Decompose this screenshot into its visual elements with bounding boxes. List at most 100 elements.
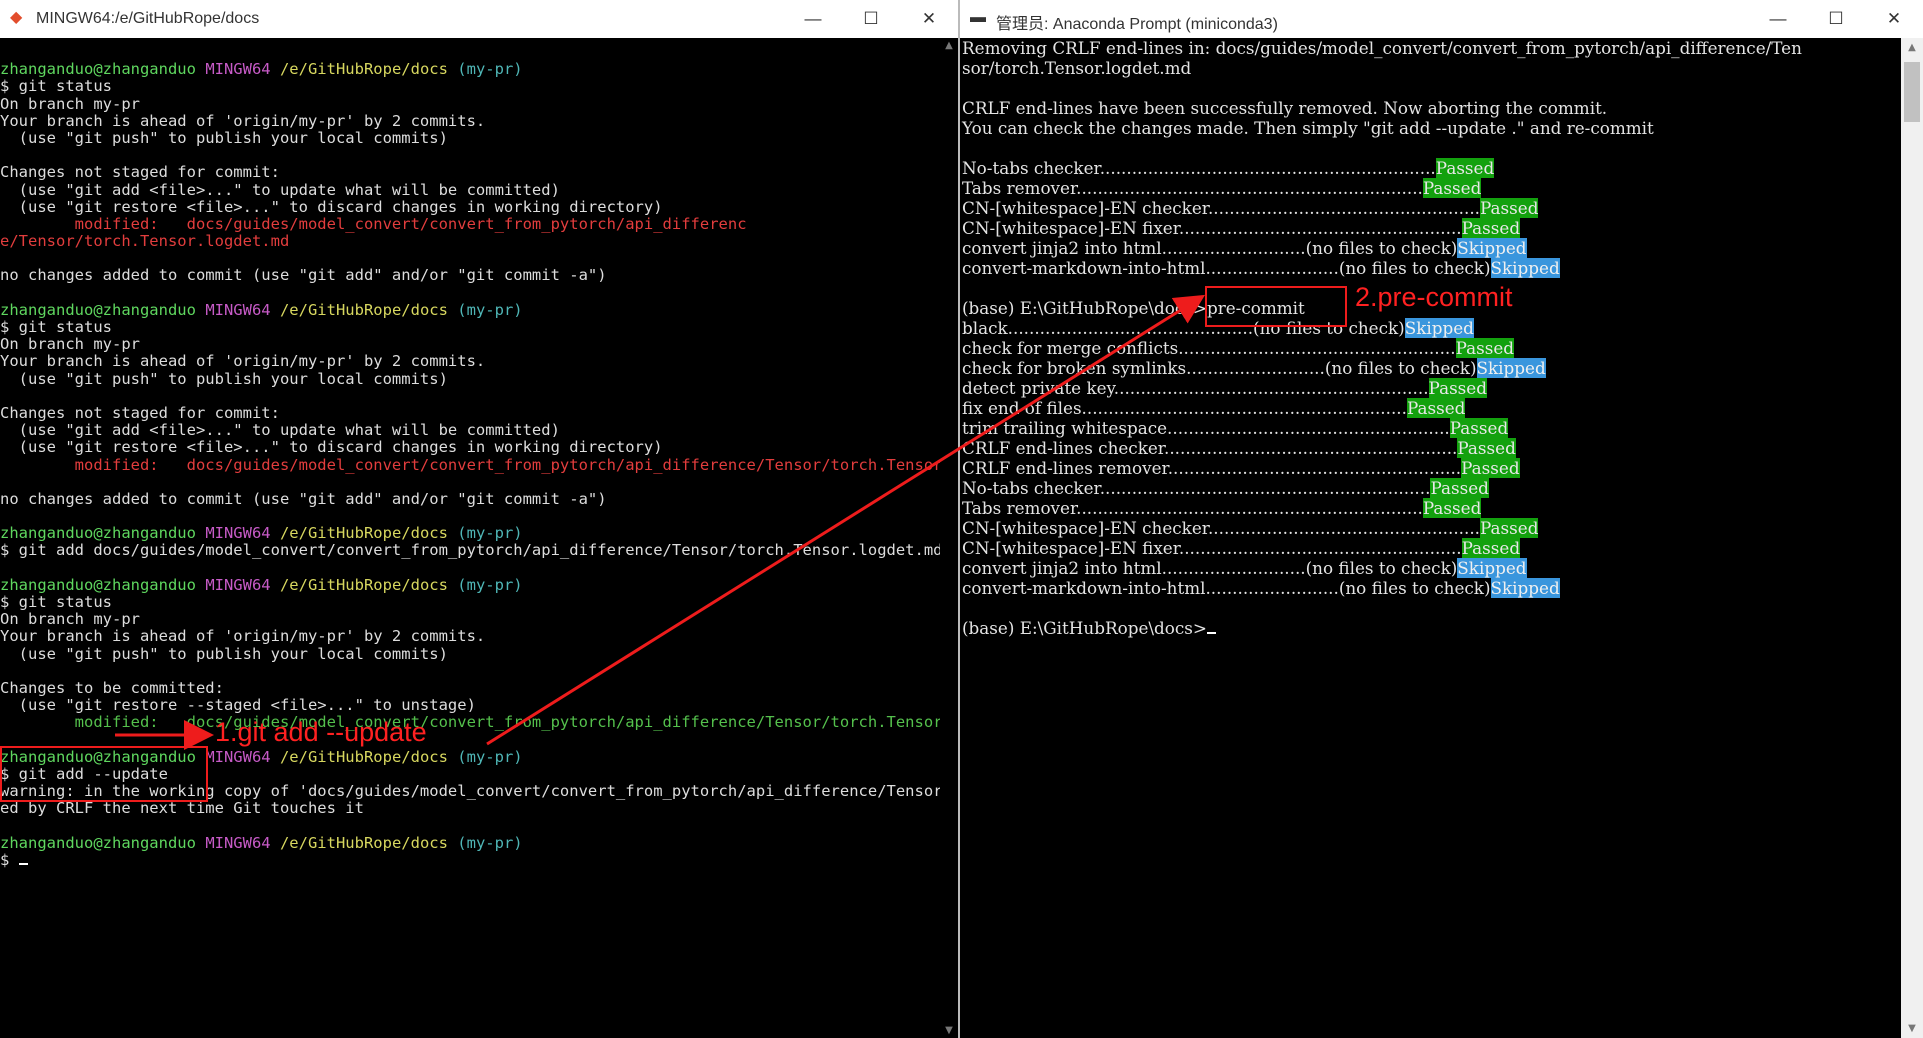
- terminal-text: no changes added to commit (use "git add…: [0, 266, 607, 285]
- terminal-line: no changes added to commit (use "git add…: [0, 490, 958, 508]
- terminal-line: Your branch is ahead of 'origin/my-pr' b…: [0, 627, 958, 646]
- status-passed: Passed: [1457, 438, 1516, 458]
- terminal-text: Your branch is ahead of 'origin/my-pr' b…: [0, 111, 486, 130]
- terminal-text: CN-[whitespace]-EN checker..............…: [962, 198, 1480, 218]
- terminal-line: convert jinja2 into html................…: [962, 558, 1802, 578]
- close-button[interactable]: ✕: [900, 0, 958, 38]
- git-bash-window[interactable]: ◆ MINGW64:/e/GitHubRope/docs — ☐ ✕ zhang…: [0, 0, 960, 1038]
- terminal-line: You can check the changes made. Then sim…: [962, 118, 1802, 138]
- terminal-line: (use "git push" to publish your local co…: [0, 129, 958, 147]
- terminal-line: sor/torch.Tensor.logdet.md: [962, 58, 1802, 78]
- terminal-output[interactable]: Removing CRLF end-lines in: docs/guides/…: [962, 38, 1802, 638]
- scroll-up-arrow-icon[interactable]: ▲: [940, 40, 958, 51]
- terminal-line: $ git status: [0, 318, 958, 336]
- minimize-button[interactable]: —: [784, 0, 842, 38]
- terminal-line: $ git add docs/guides/model_convert/conv…: [0, 542, 958, 559]
- terminal-text: MINGW64: [205, 60, 280, 79]
- terminal-text: /e/GitHubRope/docs: [279, 60, 458, 79]
- terminal-text: (use "git add <file>..." to update what …: [0, 421, 560, 440]
- terminal-line: CRLF end-lines remover..................…: [962, 458, 1802, 478]
- terminal-line: $: [0, 851, 958, 869]
- minimize-button[interactable]: —: [1749, 0, 1807, 38]
- terminal-text: MINGW64: [205, 524, 280, 543]
- terminal-line: CN-[whitespace]-EN fixer................…: [962, 538, 1802, 558]
- terminal-line: zhanganduo@zhanganduo MINGW64 /e/GitHubR…: [0, 60, 958, 79]
- terminal-line: CRLF end-lines checker..................…: [962, 438, 1802, 458]
- terminal-text: On branch my-pr: [0, 94, 140, 113]
- text-cursor: [1206, 632, 1216, 634]
- terminal-line: CN-[whitespace]-EN checker..............…: [962, 198, 1802, 218]
- annotation-step1: 1.git add --update: [215, 717, 427, 747]
- terminal-text: On branch my-pr: [0, 610, 140, 629]
- terminal-text: (my-pr): [457, 833, 523, 852]
- maximize-button[interactable]: ☐: [842, 0, 900, 38]
- title-bar[interactable]: ▬ 管理员: Anaconda Prompt (miniconda3) — ☐ …: [960, 0, 1923, 38]
- terminal-line: On branch my-pr: [0, 94, 958, 113]
- terminal-text: check for broken symlinks...............…: [962, 358, 1477, 378]
- scrollbar[interactable]: ▲ ▼: [940, 38, 958, 1038]
- terminal-line: convert-markdown-into-html..............…: [962, 258, 1802, 278]
- terminal-line: check for merge conflicts...............…: [962, 338, 1802, 358]
- terminal-line: e/Tensor/torch.Tensor.logdet.md: [0, 232, 958, 250]
- terminal-text: $ git status: [0, 77, 112, 96]
- terminal-text: MINGW64: [205, 300, 280, 319]
- text-cursor: [18, 862, 28, 865]
- terminal-text: Removing CRLF end-lines in: docs/guides/…: [962, 38, 1802, 58]
- window-title: 管理员: Anaconda Prompt (miniconda3): [996, 16, 1278, 33]
- terminal-text: (my-pr): [457, 747, 523, 766]
- terminal-line: zhanganduo@zhanganduo MINGW64 /e/GitHubR…: [0, 575, 958, 594]
- terminal-text: $ git status: [0, 318, 112, 336]
- terminal-line: zhanganduo@zhanganduo MINGW64 /e/GitHubR…: [0, 833, 958, 852]
- terminal-text: /e/GitHubRope/docs: [279, 833, 458, 852]
- terminal-text: Changes not staged for commit:: [0, 163, 280, 182]
- terminal-text: (base) E:\GitHubRope\docs>: [962, 618, 1207, 638]
- terminal-text: modified: docs/guides/model_convert/conv…: [0, 214, 747, 233]
- scroll-down-arrow-icon[interactable]: ▼: [1901, 1023, 1923, 1034]
- scrollbar-thumb[interactable]: [1904, 62, 1920, 122]
- terminal-line: (use "git add <file>..." to update what …: [0, 421, 958, 440]
- terminal-text: convert-markdown-into-html..............…: [962, 578, 1491, 598]
- terminal-line: trim trailing whitespace................…: [962, 418, 1802, 438]
- terminal-text: MINGW64: [205, 833, 280, 852]
- terminal-line: CN-[whitespace]-EN fixer................…: [962, 218, 1802, 238]
- status-passed: Passed: [1430, 478, 1489, 498]
- title-bar[interactable]: ◆ MINGW64:/e/GitHubRope/docs — ☐ ✕: [0, 0, 958, 38]
- window-title: MINGW64:/e/GitHubRope/docs: [36, 10, 260, 27]
- terminal-text: zhanganduo@zhanganduo: [0, 833, 206, 852]
- close-button[interactable]: ✕: [1865, 0, 1923, 38]
- terminal-text: CRLF end-lines checker..................…: [962, 438, 1458, 458]
- terminal-line: (use "git restore <file>..." to discard …: [0, 439, 958, 456]
- status-passed: Passed: [1428, 378, 1487, 398]
- scrollbar[interactable]: ▲ ▼: [1901, 38, 1923, 1038]
- terminal-text: convert-markdown-into-html..............…: [962, 258, 1491, 278]
- terminal-line: convert jinja2 into html................…: [962, 238, 1802, 258]
- scroll-up-arrow-icon[interactable]: ▲: [1901, 42, 1923, 53]
- terminal-line: zhanganduo@zhanganduo MINGW64 /e/GitHubR…: [0, 524, 958, 543]
- scroll-down-arrow-icon[interactable]: ▼: [940, 1025, 958, 1036]
- status-passed: Passed: [1422, 178, 1482, 198]
- maximize-button[interactable]: ☐: [1807, 0, 1865, 38]
- status-skipped: Skipped: [1457, 558, 1527, 578]
- terminal-text: MINGW64: [205, 575, 280, 594]
- status-skipped: Skipped: [1457, 238, 1527, 258]
- terminal-text: convert jinja2 into html................…: [962, 558, 1458, 578]
- anaconda-prompt-window[interactable]: ▬ 管理员: Anaconda Prompt (miniconda3) — ☐ …: [960, 0, 1923, 1038]
- terminal-text: detect private key......................…: [962, 378, 1429, 398]
- terminal-text: convert jinja2 into html................…: [962, 238, 1458, 258]
- terminal-text: fix end of files........................…: [962, 398, 1407, 418]
- status-passed: Passed: [1406, 398, 1466, 418]
- terminal-text: trim trailing whitespace................…: [962, 418, 1450, 438]
- terminal-line: On branch my-pr: [0, 336, 958, 353]
- terminal-text: (use "git push" to publish your local co…: [0, 369, 448, 388]
- terminal-text: Your branch is ahead of 'origin/my-pr' b…: [0, 627, 486, 646]
- terminal-line: modified: docs/guides/model_convert/conv…: [0, 214, 958, 233]
- terminal-text: modified: docs/guides/model_convert/conv…: [0, 713, 960, 732]
- terminal-text: modified: docs/guides/model_convert/conv…: [0, 455, 960, 474]
- terminal-text: No-tabs checker.........................…: [962, 478, 1431, 498]
- terminal-line: $ git status: [0, 77, 958, 96]
